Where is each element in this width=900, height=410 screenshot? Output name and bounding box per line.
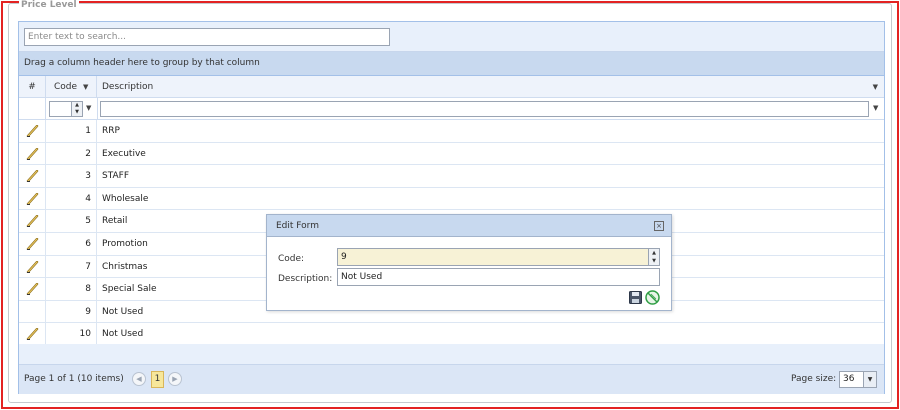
- edit-form-header: Edit Form ×: [267, 215, 671, 237]
- row-command-cell: [19, 165, 46, 187]
- next-page-button[interactable]: ▶: [168, 372, 182, 386]
- column-header-description[interactable]: Description ▼: [97, 76, 886, 98]
- header-row: # Code ▼ Description ▼: [19, 76, 884, 98]
- table-row[interactable]: 1 RRP: [19, 120, 884, 143]
- code-label: Code:: [278, 254, 305, 264]
- filter-icon[interactable]: ▼: [873, 76, 878, 98]
- row-code: 6: [46, 232, 97, 255]
- row-command-cell: [19, 300, 46, 323]
- table-row[interactable]: 3 STAFF: [19, 165, 884, 188]
- column-header-description-label: Description: [102, 82, 154, 92]
- row-description: Executive: [102, 148, 146, 159]
- row-code: 3: [46, 165, 97, 187]
- row-command-cell: [19, 323, 46, 345]
- page-1-button[interactable]: 1: [151, 371, 164, 388]
- description-field-value: Not Used: [341, 272, 383, 282]
- filter-row: ▲ ▼ ▼ ▼: [19, 98, 884, 120]
- pencil-icon[interactable]: [26, 237, 39, 250]
- row-command-cell: [19, 232, 46, 255]
- description-field[interactable]: Not Used: [337, 268, 660, 286]
- row-code: 2: [46, 142, 97, 165]
- table-row[interactable]: 10 Not Used: [19, 323, 884, 346]
- spin-up-icon[interactable]: ▲: [72, 102, 82, 109]
- filter-cell-hash: [19, 98, 46, 120]
- table-row[interactable]: 4 Wholesale: [19, 187, 884, 211]
- row-command-cell: [19, 120, 46, 142]
- pager-info: Page 1 of 1 (10 items): [24, 374, 124, 384]
- pencil-icon[interactable]: [26, 170, 39, 183]
- row-description: STAFF: [102, 171, 130, 182]
- cancel-icon[interactable]: [645, 290, 660, 305]
- row-command-cell: [19, 278, 46, 300]
- page-size-value: 36: [843, 374, 855, 384]
- row-code: 10: [46, 323, 97, 345]
- spin-down-icon[interactable]: ▼: [72, 109, 82, 116]
- search-bar: [19, 22, 884, 52]
- description-label: Description:: [278, 274, 333, 284]
- pencil-icon[interactable]: [26, 147, 39, 160]
- price-level-grid: Drag a column header here to group by th…: [18, 21, 885, 394]
- row-command-cell: [19, 187, 46, 210]
- filter-icon[interactable]: ▼: [86, 104, 91, 112]
- grid-empty-area: [19, 344, 884, 364]
- edit-form-title: Edit Form: [276, 221, 319, 231]
- row-description: RRP: [102, 126, 120, 136]
- group-panel[interactable]: Drag a column header here to group by th…: [19, 52, 884, 76]
- close-icon[interactable]: ×: [654, 221, 664, 231]
- description-filter-input[interactable]: [100, 101, 869, 117]
- pencil-icon[interactable]: [26, 260, 39, 273]
- spin-down-icon[interactable]: ▼: [649, 257, 659, 265]
- prev-page-button[interactable]: ◀: [132, 372, 146, 386]
- code-field-value: 9: [341, 252, 347, 262]
- page-size-select[interactable]: 36 ▼: [839, 371, 877, 388]
- chevron-down-icon[interactable]: ▼: [863, 372, 876, 387]
- row-code: 9: [46, 300, 97, 323]
- page-size-label: Page size:: [791, 374, 837, 384]
- column-header-code[interactable]: Code ▼: [46, 76, 97, 98]
- save-icon[interactable]: [629, 291, 642, 304]
- column-header-hash: #: [19, 76, 46, 98]
- row-code: 4: [46, 187, 97, 210]
- column-header-code-label: Code: [54, 82, 78, 92]
- row-code: 8: [46, 278, 97, 300]
- spin-up-icon[interactable]: ▲: [649, 249, 659, 257]
- table-row[interactable]: 2 Executive: [19, 142, 884, 166]
- search-input[interactable]: [24, 28, 390, 46]
- code-filter-input[interactable]: ▲ ▼: [49, 101, 83, 117]
- code-field-spinner[interactable]: ▲ ▼: [648, 249, 659, 265]
- row-command-cell: [19, 255, 46, 278]
- row-code: 5: [46, 210, 97, 232]
- panel-legend: Price Level: [19, 0, 79, 10]
- row-code: 1: [46, 120, 97, 142]
- code-filter-spinner[interactable]: ▲ ▼: [71, 102, 82, 116]
- row-code: 7: [46, 255, 97, 278]
- pencil-icon[interactable]: [26, 328, 39, 341]
- code-field[interactable]: 9 ▲ ▼: [337, 248, 660, 266]
- filter-icon[interactable]: ▼: [873, 104, 878, 112]
- row-command-cell: [19, 142, 46, 165]
- row-description: Not Used: [102, 329, 144, 340]
- edit-form-dialog: Edit Form × Code: 9 ▲ ▼ Description: Not…: [266, 214, 672, 311]
- filter-divider: [97, 98, 98, 120]
- pencil-icon[interactable]: [26, 192, 39, 205]
- pencil-icon[interactable]: [26, 283, 39, 296]
- row-command-cell: [19, 210, 46, 232]
- filter-icon[interactable]: ▼: [83, 76, 88, 98]
- row-description: Wholesale: [102, 193, 149, 204]
- pencil-icon[interactable]: [26, 215, 39, 228]
- pencil-icon[interactable]: [26, 125, 39, 137]
- pager: Page 1 of 1 (10 items) ◀ 1 ▶ Page size: …: [19, 364, 884, 394]
